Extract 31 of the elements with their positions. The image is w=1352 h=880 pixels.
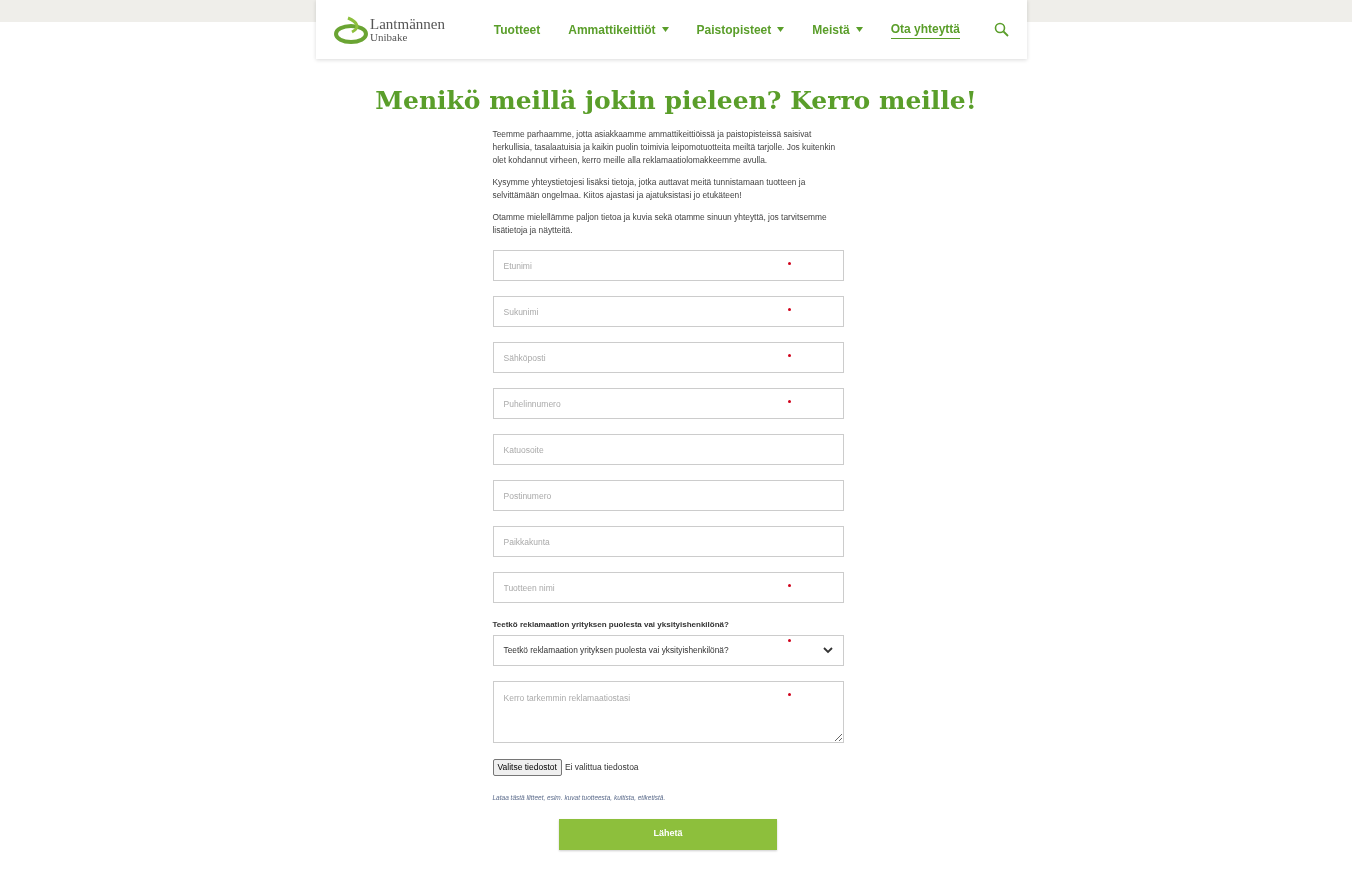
caret-icon	[661, 27, 669, 32]
nav-link[interactable]: Ota yhteyttä	[890, 20, 960, 39]
file-button[interactable]: Valitse tiedostot	[492, 759, 562, 776]
caret-icon	[855, 27, 863, 32]
input-field[interactable]: Tuotteen nimi	[492, 572, 844, 603]
nav-link[interactable]: Tuotteet	[493, 20, 541, 39]
input-field[interactable]: Sukunimi	[492, 296, 844, 327]
textarea-field[interactable]: Kerro tarkemmin reklamaatiostasi	[492, 681, 844, 743]
intro-paragraph: Teemme parhaamme, jotta asiakkaamme ammattikeittiöissä ja paistopisteissä saisivat herkullisia, tasalaatuisia ja kaikin puolin toimivia leipomotuotteita meiltä tarjolle. Jos kuitenkin olet kohdannut virheen, kerro meille alla reklamaatiolomakkeemme avulla.	[492, 128, 837, 167]
input-field[interactable]: Postinumero	[492, 480, 844, 511]
search-icon[interactable]	[994, 22, 1009, 37]
nav-link[interactable]: Meistä	[812, 20, 863, 39]
logo-name: Lantmännen	[370, 16, 445, 32]
file-status: Ei valittua tiedostoa	[564, 761, 639, 774]
input-field[interactable]: Etunimi	[492, 250, 844, 281]
nav-link[interactable]: Ammattikeittiöt	[568, 20, 669, 39]
page-title: Menikö meillä jokin pieleen? Kerro meille!	[375, 85, 977, 117]
select-field[interactable]: Teetkö reklamaation yrityksen puolesta vai yksityishenkilönä?	[492, 635, 844, 666]
input-field[interactable]: Paikkakunta	[492, 526, 844, 557]
nav-link[interactable]: Paistopisteet	[696, 20, 785, 39]
input-field[interactable]: Katuosoite	[492, 434, 844, 465]
input-field[interactable]: Sähköposti	[492, 342, 844, 373]
logo-icon	[334, 15, 368, 44]
caret-icon	[777, 27, 785, 32]
input-field[interactable]: Puhelinnumero	[492, 388, 844, 419]
intro-paragraph: Kysymme yhteystietojesi lisäksi tietoja, jotka auttavat meitä tunnistamaan tuotteen ja selvittämään ongelmaa. Kiitos ajastasi ja ajatuksistasi jo etukäteen!	[492, 176, 807, 202]
select-label: Teetkö reklamaation yrityksen puolesta vai yksityishenkilönä?	[492, 619, 730, 631]
logo-subtitle: Unibake	[370, 31, 409, 43]
intro-paragraph: Otamme mielellämme paljon tietoa ja kuvia sekä otamme sinuun yhteyttä, jos tarvitsemme lisätietoja ja näytteitä.	[492, 211, 828, 237]
submit-button[interactable]: Lähetä	[559, 818, 777, 850]
chevron-icon	[822, 647, 833, 654]
